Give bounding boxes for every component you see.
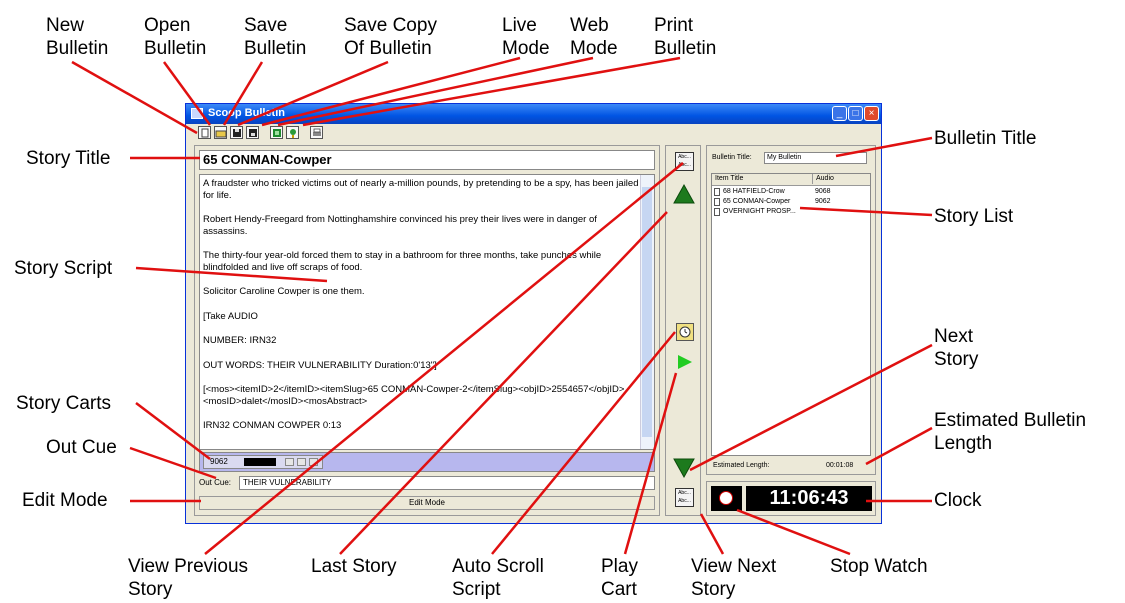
play-cart-icon[interactable] (676, 353, 694, 371)
live-mode-icon[interactable] (270, 126, 283, 139)
story-list-header: Item Title Audio (712, 174, 870, 186)
story-carts: 9062 (199, 452, 655, 472)
next-story-arrow-icon[interactable] (673, 457, 695, 479)
script-paragraph: [<mos><itemID>2</itemID><itemSlug>65 CON… (203, 384, 625, 407)
web-mode-icon[interactable] (286, 126, 299, 139)
callout-open-bulletin: Open Bulletin (144, 15, 207, 59)
callout-view-previous-story: View Previous Story (128, 556, 249, 600)
stop-watch-button[interactable] (711, 486, 742, 511)
bulletin-panel: Bulletin Title: My Bulletin Item Title A… (706, 145, 876, 475)
bulletin-title-field[interactable]: My Bulletin (764, 152, 867, 164)
audio-cart[interactable]: 9062 (203, 455, 323, 469)
script-text: A fraudster who tricked victims out of n… (203, 178, 641, 445)
callout-new-bulletin: New Bulletin (46, 15, 109, 59)
clock-panel: 11:06:43 (706, 481, 876, 516)
cart-button-3[interactable] (309, 458, 318, 466)
callout-story-script: Story Script (14, 258, 113, 279)
new-bulletin-icon[interactable] (198, 126, 211, 139)
callout-story-list: Story List (934, 206, 1014, 227)
list-item-audio: 9068 (815, 188, 831, 195)
list-item-title: 65 CONMAN-Cowper (723, 198, 791, 205)
callout-web-mode: Web Mode (570, 15, 618, 59)
document-icon (714, 208, 720, 216)
callout-bulletin-title: Bulletin Title (934, 128, 1037, 149)
script-scrollbar[interactable] (640, 175, 654, 449)
out-cue-field[interactable]: THEIR VULNERABILITY (239, 476, 655, 490)
app-icon (191, 108, 203, 119)
callout-next-story: Next Story (934, 326, 979, 370)
out-cue-label: Out Cue: (199, 478, 232, 487)
column-item-title[interactable]: Item Title (715, 174, 743, 184)
cart-button-2[interactable] (297, 458, 306, 466)
title-bar[interactable]: Scoop Bulletin _ □ × (186, 104, 881, 124)
list-item-title: 68 HATFIELD-Crow (723, 188, 785, 195)
column-audio[interactable]: Audio (812, 174, 834, 184)
list-item-title: OVERNIGHT PROSP... (723, 208, 796, 215)
view-previous-story-button[interactable]: Abc... Abc... (675, 152, 694, 171)
story-list[interactable]: Item Title Audio 68 HATFIELD-Crow 9068 6… (711, 173, 871, 456)
script-paragraph: IRN32 CONMAN COWPER 0:13 (203, 420, 342, 431)
clock-display: 11:06:43 (746, 486, 872, 511)
save-copy-icon[interactable] (246, 126, 259, 139)
list-item[interactable]: 68 HATFIELD-Crow 9068 (714, 187, 868, 197)
callout-out-cue: Out Cue (46, 437, 117, 458)
script-paragraph: Solicitor Caroline Cowper is one them. (203, 286, 365, 297)
scrollbar-thumb[interactable] (642, 187, 652, 437)
script-paragraph: The thirty-four year-old forced them to … (203, 250, 602, 273)
navigation-column: Abc... Abc... Abc... Abc... (665, 145, 701, 516)
story-script[interactable]: A fraudster who tricked victims out of n… (199, 174, 655, 450)
list-item-audio: 9062 (815, 198, 831, 205)
list-item[interactable]: 65 CONMAN-Cowper 9062 (714, 197, 868, 207)
edit-mode-button[interactable]: Edit Mode (199, 496, 655, 510)
estimated-length-value: 00:01:08 (826, 462, 854, 469)
print-bulletin-icon[interactable] (310, 126, 323, 139)
story-title[interactable]: 65 CONMAN-Cowper (199, 150, 655, 170)
list-item[interactable]: OVERNIGHT PROSP... (714, 207, 868, 217)
story-panel: 65 CONMAN-Cowper A fraudster who tricked… (194, 145, 660, 516)
callout-story-carts: Story Carts (16, 393, 112, 414)
last-story-arrow-icon[interactable] (673, 183, 695, 205)
callout-save-copy: Save Copy Of Bulletin (344, 15, 437, 59)
callout-last-story: Last Story (311, 556, 397, 577)
cart-button-1[interactable] (285, 458, 294, 466)
cart-id: 9062 (210, 457, 228, 466)
auto-scroll-script-icon[interactable] (676, 323, 694, 341)
script-paragraph: NUMBER: IRN32 (203, 335, 277, 346)
bulletin-title-label: Bulletin Title: (712, 154, 752, 161)
script-paragraph: OUT WORDS: THEIR VULNERABILITY Duration:… (203, 359, 437, 371)
callout-save-bulletin: Save Bulletin (244, 15, 307, 59)
callout-edit-mode: Edit Mode (22, 490, 108, 511)
callout-print-bulletin: Print Bulletin (654, 15, 717, 59)
cart-display (244, 458, 276, 466)
close-button[interactable]: × (864, 106, 879, 121)
callout-estimated-bulletin-length: Estimated Bulletin Length (934, 410, 1087, 454)
minimize-button[interactable]: _ (832, 106, 847, 121)
callout-stop-watch: Stop Watch (830, 556, 928, 577)
document-icon (714, 188, 720, 196)
scoop-bulletin-window: Scoop Bulletin _ □ × 65 CONMAN-Cowper A … (185, 103, 882, 524)
save-bulletin-icon[interactable] (230, 126, 243, 139)
estimated-length-label: Estimated Length: (713, 462, 770, 469)
script-paragraph: A fraudster who tricked victims out of n… (203, 178, 639, 201)
callout-live-mode: Live Mode (502, 15, 550, 59)
callout-play-cart: Play Cart (601, 556, 638, 600)
window-title: Scoop Bulletin (208, 107, 285, 119)
callout-story-title: Story Title (26, 148, 111, 169)
maximize-button[interactable]: □ (848, 106, 863, 121)
view-next-story-button[interactable]: Abc... Abc... (675, 488, 694, 507)
callout-clock: Clock (934, 490, 982, 511)
stopwatch-icon (719, 491, 733, 505)
script-paragraph: Robert Hendy-Freegard from Nottinghamshi… (203, 214, 597, 237)
callout-view-next-story: View Next Story (691, 556, 777, 600)
open-bulletin-icon[interactable] (214, 126, 227, 139)
script-paragraph: [Take AUDIO (203, 310, 258, 322)
document-icon (714, 198, 720, 206)
callout-auto-scroll-script: Auto Scroll Script (452, 556, 544, 600)
